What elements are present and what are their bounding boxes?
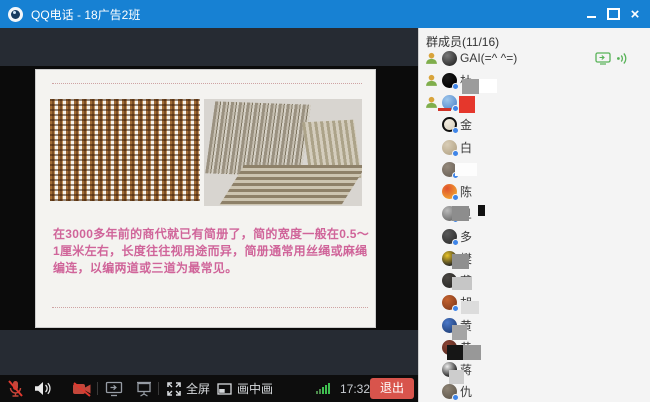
member-row[interactable]: 蔡	[419, 159, 650, 179]
member-row[interactable]: 金	[419, 115, 650, 135]
member-list[interactable]: GAI(=^ ^=)杜刘金白蔡陈旦多樊龚胡黄黄蒋仇	[419, 46, 650, 402]
avatar	[442, 295, 457, 310]
signal-strength-icon	[316, 383, 331, 394]
member-name: 多	[460, 228, 472, 245]
close-button[interactable]: ×	[624, 5, 646, 23]
redaction-block	[459, 96, 475, 113]
member-row[interactable]: 杜	[419, 70, 650, 90]
exit-button[interactable]: 退出	[370, 378, 414, 399]
microphone-muted-icon[interactable]	[6, 375, 25, 402]
member-row[interactable]: 蒋	[419, 360, 650, 380]
member-row[interactable]: GAI(=^ ^=)	[419, 48, 650, 68]
member-status-icon	[425, 52, 439, 65]
redaction-block	[438, 108, 451, 111]
presentation-slide: 在3000多年前的商代就已有简册了，简的宽度一般在0.5～1厘米左右，长度往往视…	[35, 69, 376, 328]
member-name: GAI(=^ ^=)	[460, 51, 517, 65]
avatar	[442, 51, 457, 66]
fullscreen-button[interactable]: 全屏	[167, 375, 210, 402]
member-panel: 群成员(11/16) GAI(=^ ^=)杜刘金白蔡陈旦多樊龚胡黄黄蒋仇	[418, 28, 650, 402]
mobile-status-badge-icon	[452, 83, 459, 90]
redaction-block	[452, 325, 467, 340]
avatar	[442, 73, 457, 88]
fullscreen-label: 全屏	[186, 380, 210, 397]
window-controls: ×	[580, 0, 646, 28]
member-row[interactable]: 黄	[419, 315, 650, 335]
mobile-status-badge-icon	[452, 194, 459, 201]
redaction-block	[479, 79, 497, 93]
redaction-block	[452, 206, 469, 221]
toolbar-separator	[97, 382, 98, 395]
redaction-block	[452, 277, 472, 290]
redaction-block	[461, 301, 479, 314]
member-row[interactable]: 仇	[419, 382, 650, 402]
call-timer: 17:32	[340, 382, 370, 396]
toolbar-separator	[158, 382, 159, 395]
avatar	[442, 117, 457, 132]
member-row[interactable]: 黄	[419, 337, 650, 357]
redaction-block	[478, 205, 485, 216]
mobile-status-badge-icon	[452, 305, 459, 312]
mobile-status-badge-icon	[452, 127, 459, 134]
redaction-block	[455, 163, 477, 176]
shared-presentation-screen: 在3000多年前的商代就已有简册了，简的宽度一般在0.5～1厘米左右，长度往往视…	[0, 66, 418, 330]
member-name: 白	[460, 139, 472, 156]
projector-icon[interactable]	[135, 375, 153, 402]
pip-label: 画中画	[237, 380, 273, 397]
member-status-icon	[425, 96, 439, 109]
speaking-icon	[616, 52, 628, 65]
redaction-block	[462, 79, 479, 94]
window-title: QQ电话 - 18广告2班	[31, 6, 140, 23]
member-row[interactable]: 刘	[419, 93, 650, 113]
fullscreen-icon	[167, 382, 181, 396]
mobile-status-badge-icon	[452, 150, 459, 157]
pip-button[interactable]: 画中画	[217, 375, 273, 402]
member-row[interactable]: 白	[419, 137, 650, 157]
redaction-block	[463, 345, 481, 360]
member-row[interactable]: 陈	[419, 182, 650, 202]
member-row[interactable]: 多	[419, 226, 650, 246]
avatar	[442, 229, 457, 244]
minimize-button[interactable]	[580, 5, 602, 23]
mobile-status-badge-icon	[452, 394, 459, 401]
call-toolbar: 全屏 画中画 17:32 退出	[0, 375, 418, 402]
bamboo-book-photo	[204, 99, 362, 206]
member-status-icon	[425, 74, 439, 87]
speaker-icon[interactable]	[34, 375, 51, 402]
member-row[interactable]: 樊	[419, 248, 650, 268]
qq-call-window: QQ电话 - 18广告2班 × 在3000多年前的商代就已有简册了，简的宽度一般…	[0, 0, 650, 402]
member-name: 金	[460, 116, 472, 133]
avatar	[442, 184, 457, 199]
member-name: 陈	[460, 183, 472, 200]
slide-divider-top	[52, 83, 362, 84]
slide-body-text: 在3000多年前的商代就已有简册了，简的宽度一般在0.5～1厘米左右，长度往往视…	[53, 226, 373, 277]
member-row[interactable]: 旦	[419, 204, 650, 224]
mobile-status-badge-icon	[452, 105, 459, 112]
redaction-block	[447, 345, 463, 360]
maximize-button[interactable]	[602, 5, 624, 23]
screen-share-view: 在3000多年前的商代就已有简册了，简的宽度一般在0.5～1厘米左右，长度往往视…	[0, 28, 418, 375]
screen-share-icon[interactable]	[105, 375, 123, 402]
member-activity-icons	[595, 52, 628, 65]
avatar	[442, 384, 457, 399]
qq-call-app-icon	[8, 7, 23, 22]
mobile-status-badge-icon	[452, 239, 459, 246]
redaction-block	[449, 370, 464, 384]
titlebar[interactable]: QQ电话 - 18广告2班 ×	[0, 0, 650, 28]
sharing-screen-icon	[595, 52, 611, 65]
member-row[interactable]: 龚	[419, 271, 650, 291]
slide-divider-bottom	[52, 307, 368, 308]
picture-in-picture-icon	[217, 383, 232, 395]
bamboo-slips-image	[50, 99, 200, 201]
avatar	[442, 140, 457, 155]
camera-muted-icon[interactable]	[72, 375, 92, 402]
redaction-block	[452, 254, 469, 269]
member-name: 仇	[460, 383, 472, 400]
member-row[interactable]: 胡	[419, 293, 650, 313]
